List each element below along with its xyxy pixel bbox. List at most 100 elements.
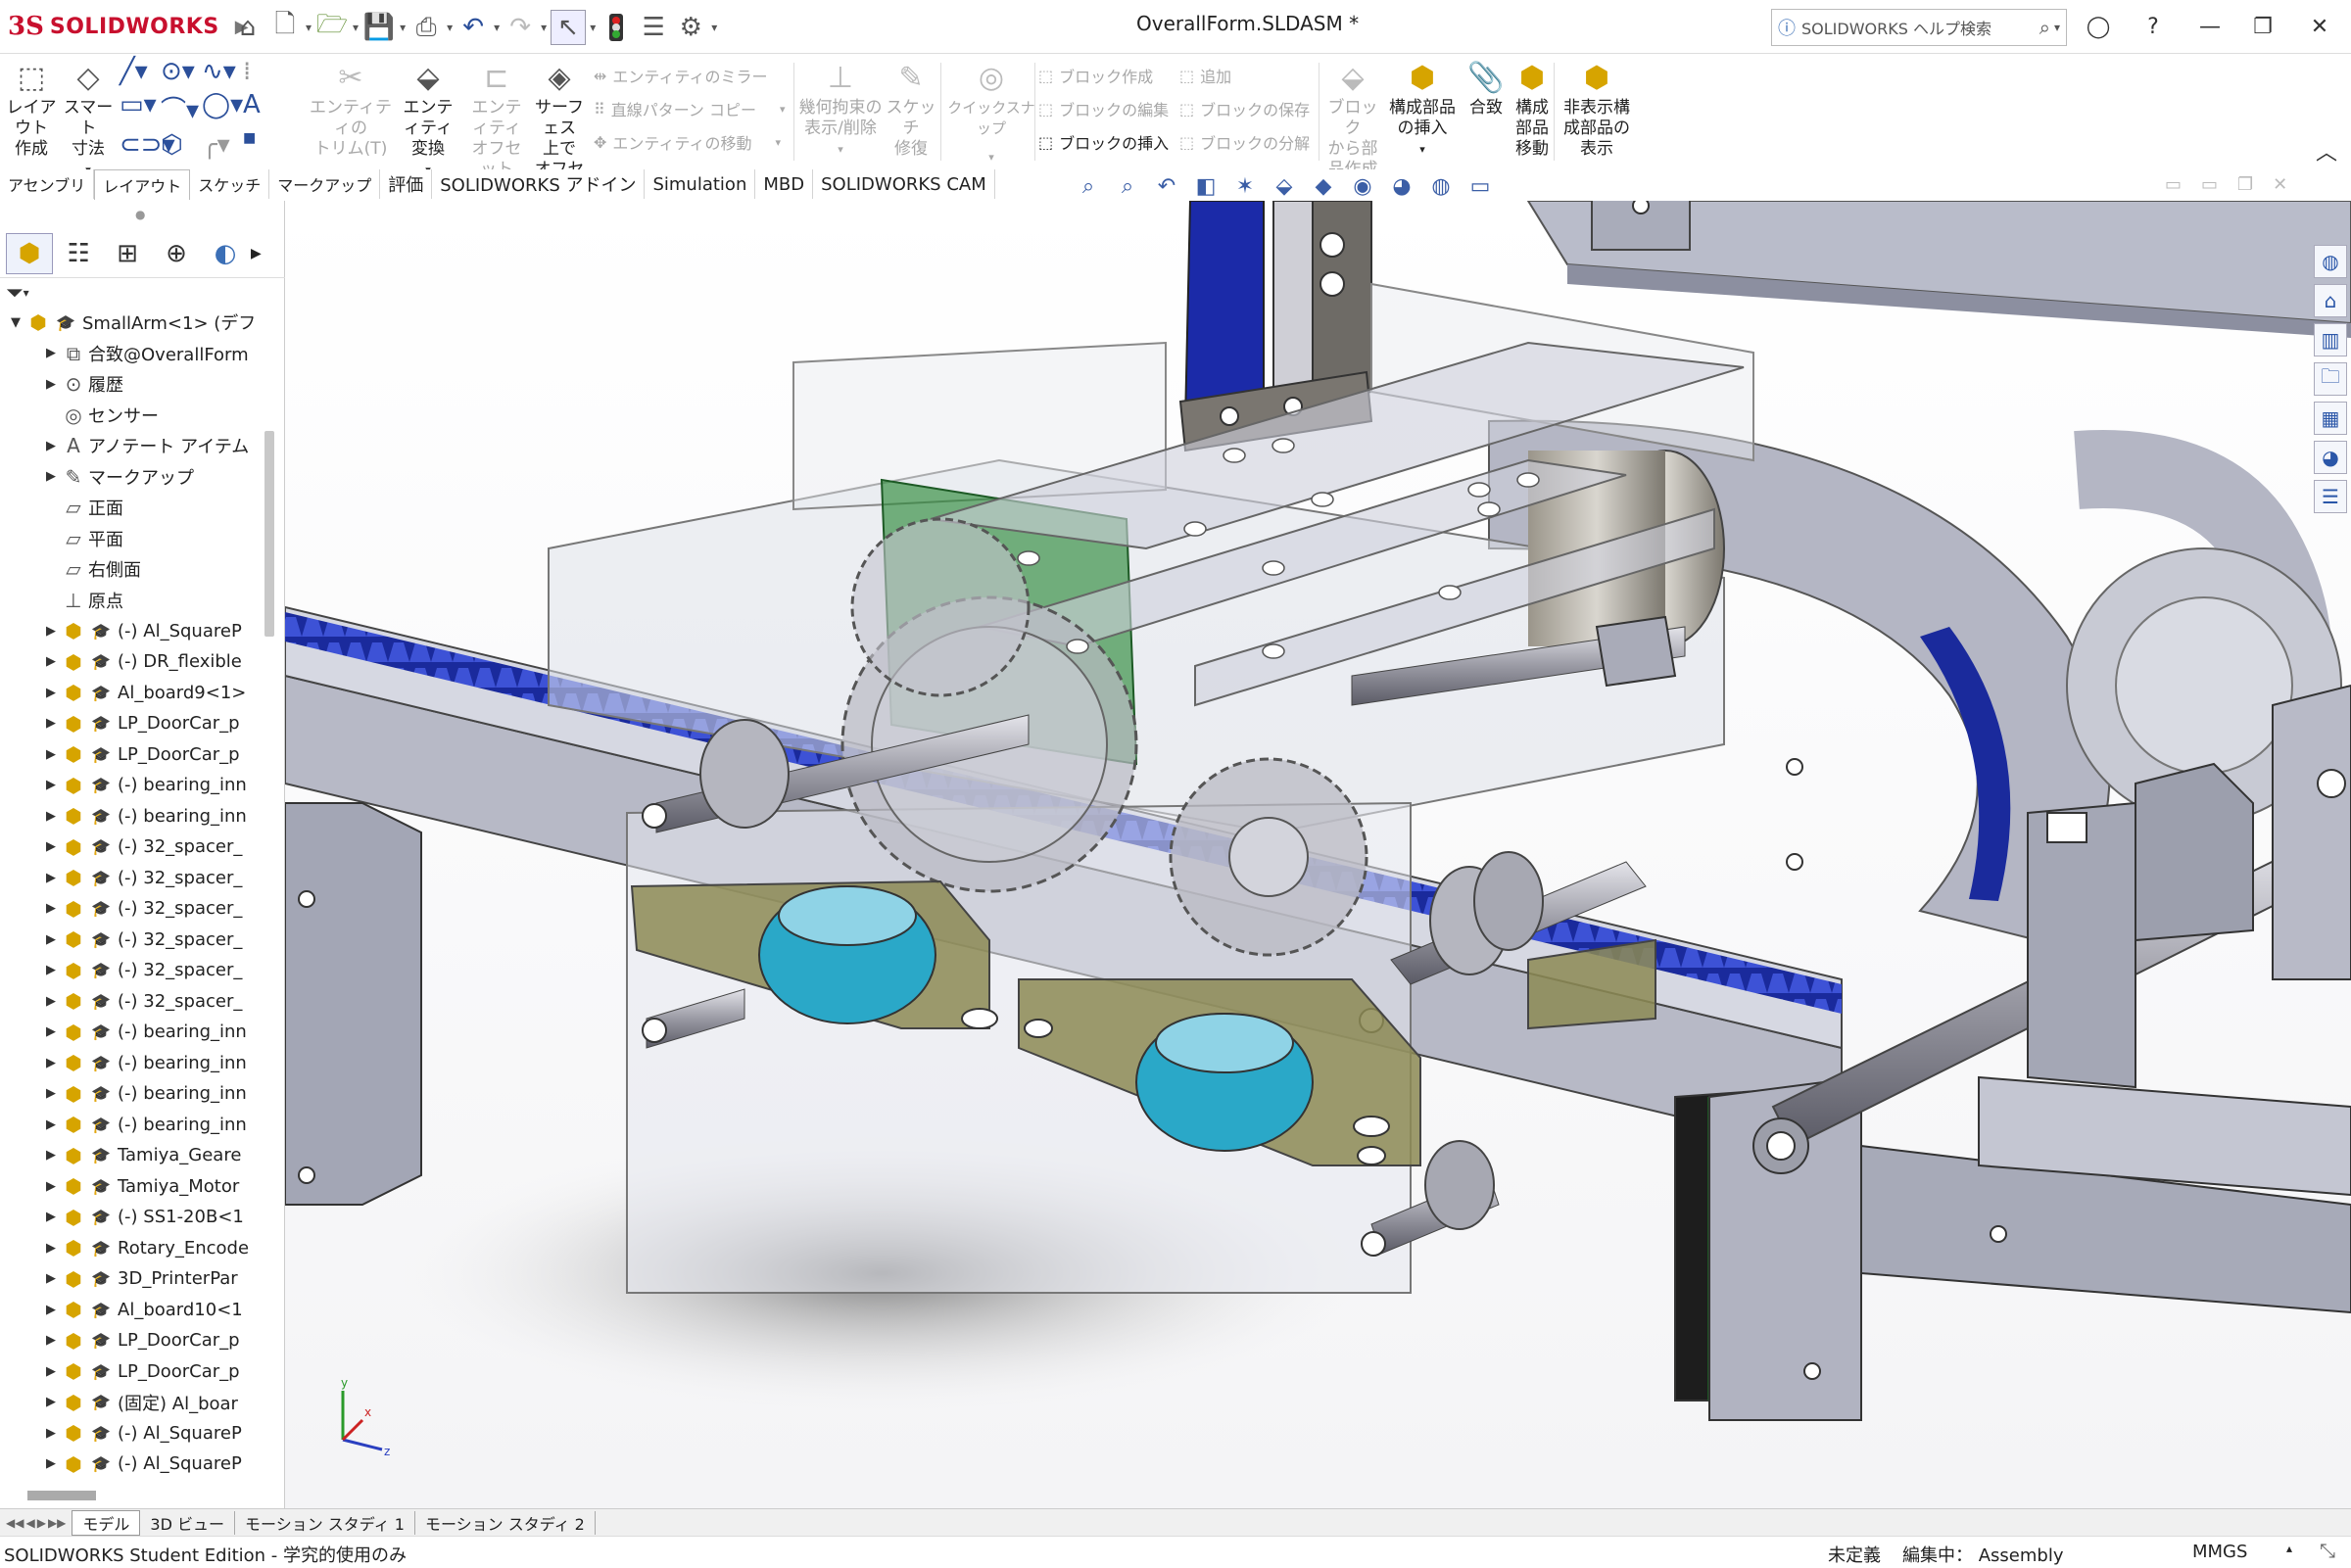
tree-item[interactable]: ▶ ⬢ 🎓 (-) bearing_inn — [0, 801, 264, 831]
tree-expand-arrow-icon[interactable]: ▶ — [41, 377, 61, 392]
file-properties-icon[interactable]: ☰ — [637, 11, 670, 44]
tree-expand-arrow-icon[interactable]: ▶ — [41, 686, 61, 700]
tree-expand-arrow-icon[interactable]: ▶ — [41, 439, 61, 453]
tree-item[interactable]: ▶ ⬢ 🎓 (-) 32_spacer_ — [0, 925, 264, 954]
feature-manager-tab-icon[interactable]: ⬢ — [6, 233, 53, 274]
appearances-icon[interactable]: ◕ — [2314, 441, 2347, 474]
configuration-manager-tab-icon[interactable]: ⊞ — [104, 233, 151, 274]
tree-expand-arrow-icon[interactable]: ▶ — [41, 1241, 61, 1256]
tree-item[interactable]: ▶ ⬢ 🎓 Tamiya_Geare — [0, 1141, 264, 1170]
tab-assembly[interactable]: アセンブリ — [0, 169, 95, 199]
tab-model[interactable]: モデル — [72, 1510, 141, 1536]
tree-item[interactable]: ▶ ⬢ 🎓 LP_DoorCar_p — [0, 709, 264, 738]
explode-block-button[interactable]: ⬚ ブロックの分解 — [1179, 125, 1317, 159]
tree-item[interactable]: ▶ ⬢ 🎓 (-) 32_spacer_ — [0, 832, 264, 862]
move-entities-button[interactable]: ✥ エンティティの移動 ▾ — [594, 125, 790, 159]
tree-expand-arrow-icon[interactable]: ▶ — [41, 624, 61, 639]
tree-item[interactable]: ▶ ⬢ 🎓 (-) Al_SquareP — [0, 1418, 264, 1448]
tree-expand-arrow-icon[interactable]: ▶ — [41, 1395, 61, 1409]
tab-motion-study-2[interactable]: モーション スタディ 2 — [415, 1511, 596, 1535]
mate-button[interactable]: 📎 合致 — [1463, 59, 1509, 119]
viewport-close-icon[interactable]: ✕ — [2273, 174, 2287, 195]
apply-scene-icon[interactable]: ◍ — [1424, 171, 1458, 201]
tree-item[interactable]: ▶ ⬢ 🎓 (-) 32_spacer_ — [0, 956, 264, 985]
collapse-ribbon-icon[interactable]: ︿ — [2316, 135, 2337, 166]
more-tabs-arrow-icon[interactable]: ▶ — [251, 246, 262, 261]
section-view-icon[interactable]: ◧ — [1189, 171, 1223, 201]
property-manager-tab-icon[interactable]: ☷ — [55, 233, 102, 274]
zoom-to-area-icon[interactable]: ⌕ — [1111, 171, 1144, 201]
search-icon[interactable]: ⌕ — [2039, 16, 2050, 39]
line-icon[interactable]: ╱▾ — [120, 57, 161, 86]
tree-item[interactable]: ▶ ⬢ 🎓 (-) DR_flexible — [0, 647, 264, 677]
display-manager-tab-icon[interactable]: ◐ — [202, 233, 249, 274]
tree-expand-arrow-icon[interactable]: ▶ — [41, 1271, 61, 1286]
tree-expand-arrow-icon[interactable]: ▶ — [41, 747, 61, 762]
help-question-icon[interactable]: ? — [2130, 8, 2177, 45]
tree-vertical-scrollbar[interactable] — [264, 431, 274, 637]
units-dropdown-icon[interactable]: ▴ — [2286, 1542, 2292, 1555]
tab-evaluate[interactable]: 評価 — [380, 169, 433, 199]
home-icon[interactable]: ⌂ — [2314, 284, 2347, 317]
dynamic-annotation-icon[interactable]: ✶ — [1228, 171, 1262, 201]
tree-item[interactable]: ⊥ 原点 — [0, 586, 264, 615]
fillet-icon[interactable]: ╭▾ — [202, 130, 243, 160]
file-explorer-icon[interactable]: 🗀 — [2314, 362, 2347, 396]
tree-expand-arrow-icon[interactable]: ▶ — [41, 778, 61, 792]
print-icon[interactable]: ⎙ — [409, 11, 443, 44]
tree-expand-arrow-icon[interactable]: ▶ — [41, 809, 61, 824]
tree-expand-arrow-icon[interactable]: ▶ — [41, 1117, 61, 1132]
quick-snaps-button[interactable]: ◎ クイックスナップ ▾ — [942, 59, 1040, 167]
graphics-viewport[interactable] — [285, 201, 2351, 1508]
slot-icon[interactable]: ⊂⊃▾ — [120, 130, 175, 160]
spline-icon[interactable]: ∿▾ — [202, 57, 243, 86]
tree-item[interactable]: ▶ ⬢ 🎓 LP_DoorCar_p — [0, 1326, 264, 1355]
tree-item[interactable]: ▶ ⬢ 🎓 LP_DoorCar_p — [0, 739, 264, 769]
tab-simulation[interactable]: Simulation — [645, 169, 756, 199]
tree-expand-arrow-icon[interactable]: ▶ — [41, 469, 61, 484]
rectangle-icon[interactable]: ▭▾ — [120, 90, 161, 126]
viewport-restore-icon[interactable]: ▭ — [2201, 174, 2218, 195]
arc-icon[interactable]: ⌒▾ — [161, 90, 202, 126]
smart-dimension-button[interactable]: ◇ スマート 寸法 ▾ — [61, 59, 116, 180]
tree-item[interactable]: ▶ ⊙ 履歴 — [0, 369, 264, 399]
tree-item[interactable]: ▶ ⬢ 🎓 (-) bearing_inn — [0, 771, 264, 800]
offset-entities-button[interactable]: ⊏ エンティティ オフセット — [464, 59, 529, 180]
ellipse-icon[interactable]: ◯▾ — [202, 90, 243, 126]
tree-expand-arrow-icon[interactable]: ▶ — [41, 1148, 61, 1163]
tree-item[interactable]: ▶ A アノテート アイテム — [0, 431, 264, 460]
view-palette-icon[interactable]: ▦ — [2314, 402, 2347, 435]
tree-expand-arrow-icon[interactable]: ▶ — [41, 346, 61, 360]
dimxpert-tab-icon[interactable]: ⊕ — [153, 233, 200, 274]
tree-item[interactable]: ▶ ⬢ 🎓 (-) bearing_inn — [0, 1048, 264, 1077]
tree-expand-arrow-icon[interactable]: ▶ — [41, 1426, 61, 1441]
point-icon[interactable]: ■ — [243, 130, 284, 160]
convert-entities-button[interactable]: ⬙ エンティティ 変換 ▾ — [396, 59, 460, 180]
tab-markup[interactable]: マークアップ — [269, 169, 381, 199]
hide-show-items-icon[interactable]: ◉ — [1346, 171, 1379, 201]
tree-horizontal-scrollbar[interactable] — [27, 1491, 96, 1500]
make-part-from-block-button[interactable]: ⬙ ブロック から部 品作成 — [1322, 59, 1383, 180]
tab-cam[interactable]: SOLIDWORKS CAM — [813, 169, 995, 199]
tab-motion-study-1[interactable]: モーション スタディ 1 — [235, 1511, 415, 1535]
close-button[interactable]: ✕ — [2296, 8, 2343, 45]
select-pointer-icon[interactable]: ↖ — [551, 10, 587, 45]
rebuild-traffic-light-icon[interactable] — [600, 11, 633, 44]
edit-appearance-icon[interactable]: ◕ — [1385, 171, 1418, 201]
tree-item[interactable]: ▶ ⬢ 🎓 Tamiya_Motor — [0, 1171, 264, 1201]
tree-item[interactable]: ▶ ⬢ 🎓 LP_DoorCar_p — [0, 1356, 264, 1386]
tree-item[interactable]: ▶ ⬢ 🎓 (-) 32_spacer_ — [0, 894, 264, 924]
tree-item[interactable]: ▱ 右側面 — [0, 554, 264, 584]
tree-item[interactable]: ▱ 正面 — [0, 493, 264, 522]
tree-expand-arrow-icon[interactable]: ▶ — [41, 994, 61, 1009]
tree-item[interactable]: ▶ ✎ マークアップ — [0, 462, 264, 492]
tree-expand-arrow-icon[interactable]: ▶ — [41, 932, 61, 947]
display-style-icon[interactable]: ◆ — [1307, 171, 1340, 201]
construction-geometry-icon[interactable]: ⁞ — [243, 57, 284, 86]
tree-expand-arrow-icon[interactable]: ▶ — [41, 839, 61, 854]
tree-item[interactable]: ▶ ⬢ 🎓 (-) 32_spacer_ — [0, 863, 264, 892]
tree-expand-arrow-icon[interactable]: ▶ — [41, 1210, 61, 1224]
tab-layout[interactable]: レイアウト — [94, 169, 191, 200]
options-gear-icon[interactable]: ⚙ — [674, 11, 707, 44]
tree-item[interactable]: ▶ ⬢ 🎓 3D_PrinterPar — [0, 1264, 264, 1294]
